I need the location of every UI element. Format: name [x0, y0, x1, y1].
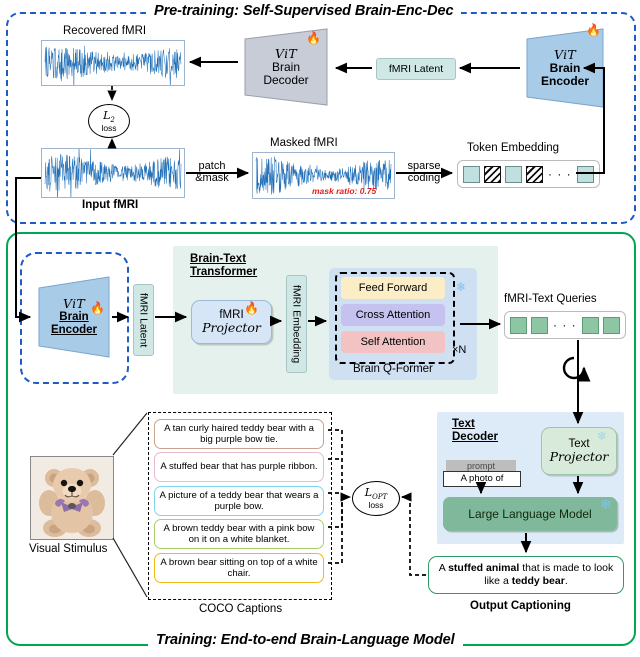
token-cell-5 [576, 165, 594, 183]
llm-snowflake-icon: ❄ [600, 496, 612, 512]
l2-loss-symbol: L2 [103, 108, 115, 124]
token-embedding-label: Token Embedding [467, 142, 560, 154]
token-cell-0 [463, 165, 480, 183]
fmri-embedding-tag: fMRI Embedding [286, 275, 307, 373]
query-cell-0 [510, 316, 527, 334]
query-cell-3 [581, 316, 599, 334]
fmri-projector-block[interactable]: fMRI Projector [191, 300, 272, 344]
coco-caption-5: A brown bear sitting on top of a white c… [154, 553, 324, 583]
qformer-row-label: Cross Attention [355, 309, 431, 321]
qformer-row-0[interactable]: Feed Forward [341, 277, 445, 299]
opt-loss-symbol: LOPT [364, 486, 388, 502]
brain-text-transformer-title: Brain-Text Transformer [190, 253, 258, 279]
brain-qformer-rows: Feed Forward Cross Attention Self Attentio… [341, 277, 445, 358]
token-cell-3 [526, 165, 543, 183]
coco-caption-4: A brown teddy bear with a pink bow on it… [154, 519, 324, 549]
output-caption-text: A stuffed animal that is made to look li… [438, 561, 614, 587]
recovered-fmri-label: Recovered fMRI [63, 25, 147, 37]
brain-decoder-flame-icon: 🔥 [306, 31, 321, 45]
qformer-repeat-label: ×N [452, 344, 467, 356]
mask-ratio-label: mask ratio: 0.75 [312, 186, 377, 196]
qformer-snowflake-icon: ❄ [456, 280, 467, 294]
visual-stimulus-label: Visual Stimulus [29, 543, 108, 555]
brain-qformer-caption: Brain Q-Former [353, 363, 433, 375]
l2-loss-node: L2 loss [88, 104, 130, 138]
brain-encoder-block-training[interactable]: ViT Brain Encoder [36, 276, 112, 358]
opt-loss-word: loss [368, 500, 384, 511]
teddy-bear-illustration [31, 457, 113, 539]
fmri-text-queries-label: fMRI-Text Queries [504, 293, 597, 305]
token-ellipsis: · · · [548, 167, 572, 181]
brain-encoder-text: ViT Brain Encoder [540, 46, 589, 88]
coco-captions-label: COCO Captions [199, 603, 283, 615]
token-embedding-strip: · · · [457, 160, 600, 188]
visual-stimulus-image [30, 456, 114, 540]
input-fmri-label: Input fMRI [82, 199, 139, 211]
output-caption-box: A stuffed animal that is made to look li… [428, 556, 624, 594]
large-language-model-block[interactable]: Large Language Model [443, 497, 617, 531]
coco-caption-3: A picture of a teddy bear that wears a p… [154, 486, 324, 516]
fmri-projector-flame-icon: 🔥 [244, 301, 259, 315]
qformer-row-2[interactable]: Self Attention [341, 331, 445, 353]
brain-encoder-flame-icon-training: 🔥 [90, 301, 105, 315]
sparse-coding-label: sparse coding [407, 160, 441, 185]
query-cell-1 [531, 316, 548, 334]
fmri-latent-tag-pretrain: fMRI Latent [376, 58, 456, 80]
pretraining-stage-title: Pre-training: Self-Supervised Brain-Enc-… [146, 3, 462, 19]
coco-caption-1: A tan curly haired teddy bear with a big… [154, 419, 324, 449]
output-captioning-label: Output Captioning [470, 600, 571, 612]
coco-caption-2: A stuffed bear that has purple ribbon. [154, 452, 324, 482]
fmri-latent-tag-training: fMRI Latent [133, 284, 154, 356]
query-cell-4 [602, 316, 620, 334]
brain-encoder-block-pretrain[interactable]: ViT Brain Encoder [524, 28, 606, 108]
qformer-row-1[interactable]: Cross Attention [341, 304, 445, 326]
masked-fmri-label: Masked fMRI [270, 137, 338, 149]
l2-loss-word: loss [101, 122, 117, 133]
text-decoder-title: Text Decoder [452, 418, 499, 444]
brain-encoder-flame-icon-pretrain: 🔥 [586, 23, 601, 37]
token-cell-1 [484, 165, 501, 183]
query-ellipsis: · · · [553, 318, 577, 332]
text-projector-snowflake-icon: ❄ [597, 429, 608, 443]
input-fmri-plot [41, 148, 185, 198]
training-stage-title: Training: End-to-end Brain-Language Mode… [148, 632, 463, 648]
recovered-fmri-plot [41, 40, 185, 86]
qformer-row-label: Feed Forward [358, 282, 428, 294]
patch-and-mask-label: patch &mask [195, 160, 229, 185]
prompt-value-field[interactable]: A photo of [443, 471, 521, 487]
brain-encoder-training-text: ViT Brain Encoder [50, 296, 97, 336]
llm-label: Large Language Model [468, 507, 592, 521]
token-cell-2 [505, 165, 522, 183]
qformer-row-label: Self Attention [360, 336, 426, 348]
opt-loss-node: LOPT loss [352, 481, 400, 516]
fmri-text-queries-strip: · · · [504, 311, 626, 339]
